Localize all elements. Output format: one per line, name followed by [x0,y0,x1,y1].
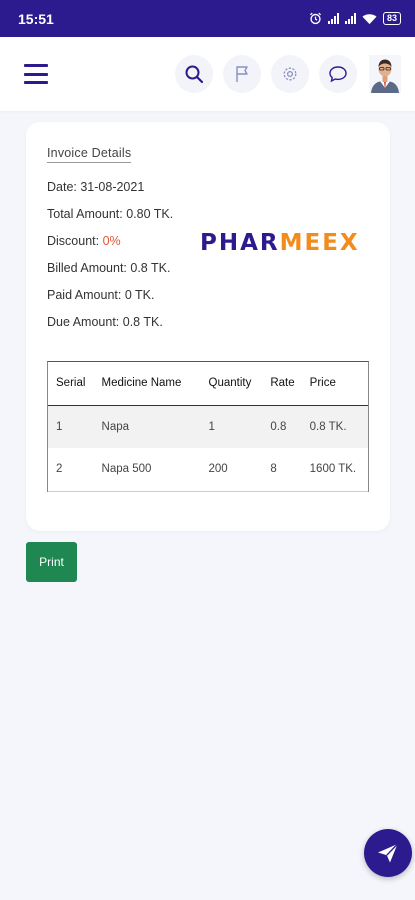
logo-part-2: MEEX [279,230,360,256]
signal-icon [327,13,339,24]
cell-serial: 2 [48,448,94,492]
cell-serial: 1 [48,405,94,448]
table-row: 2 Napa 500 200 8 1600 TK. [48,448,368,492]
invoice-date: Date: 31-08-2021 [47,180,145,194]
billed-amount: Billed Amount: 0.8 TK. [47,261,171,275]
col-rate: Rate [262,362,302,406]
col-serial: Serial [48,362,94,406]
cell-price: 0.8 TK. [301,405,368,448]
total-amount: Total Amount: 0.80 TK. [47,207,174,221]
status-time: 15:51 [18,10,54,27]
cell-rate: 8 [262,448,302,492]
gear-icon [283,67,297,81]
table-header-row: Serial Medicine Name Quantity Rate Price [48,362,368,406]
paid-amount: Paid Amount: 0 TK. [47,288,155,302]
cell-medicine-name: Napa [93,405,201,448]
settings-button[interactable] [271,55,309,93]
medicine-table: Serial Medicine Name Quantity Rate Price… [47,361,369,492]
cell-price: 1600 TK. [301,448,368,492]
cell-quantity: 200 [200,448,263,492]
col-medicine-name: Medicine Name [93,362,201,406]
send-button[interactable] [364,829,412,877]
status-bar: 15:51 83 [0,0,415,37]
invoice-title: Invoice Details [47,146,132,163]
search-button[interactable] [175,55,213,93]
invoice-details: Date: 31-08-2021 Total Amount: 0.80 TK. … [47,179,369,341]
logo-part-1: PHAR [200,230,280,256]
col-quantity: Quantity [200,362,263,406]
status-icons: 83 [309,12,401,25]
alarm-icon [309,12,321,25]
print-button[interactable]: Print [26,542,77,582]
avatar[interactable] [369,55,401,93]
wifi-icon [362,13,377,24]
discount-value: 0% [102,234,121,248]
cell-medicine-name: Napa 500 [93,448,201,492]
col-price: Price [301,362,368,406]
discount-label: Discount: [47,234,100,248]
app-header [0,37,415,111]
flag-button[interactable] [223,55,261,93]
table-row: 1 Napa 1 0.8 0.8 TK. [48,405,368,448]
search-icon [185,65,204,84]
due-amount: Due Amount: 0.8 TK. [47,315,163,329]
invoice-card: Invoice Details Date: 31-08-2021 Total A… [26,122,390,531]
cell-rate: 0.8 [262,405,302,448]
send-icon [378,843,399,863]
menu-icon[interactable] [24,64,48,84]
chat-icon [329,66,347,83]
header-actions [175,55,401,93]
signal-icon-2 [344,13,356,24]
chat-button[interactable] [319,55,357,93]
battery-icon: 83 [382,12,401,25]
pharmeex-logo: PHARMEEX [200,230,360,256]
cell-quantity: 1 [200,405,263,448]
flag-icon [236,66,248,82]
